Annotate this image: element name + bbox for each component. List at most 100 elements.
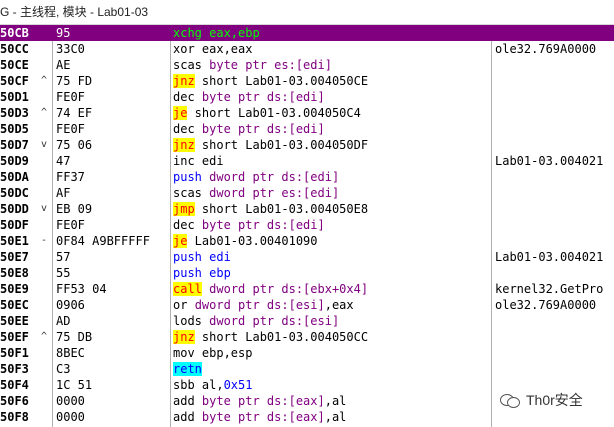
instruction-token: xor eax,eax [173,42,253,56]
instruction-token: short Lab01-03.004050DF [194,138,369,152]
instruction-cell: jmp short Lab01-03.004050E8 [173,201,491,217]
instruction-cell: xchg eax,ebp [173,25,491,41]
hex-bytes-cell: FF53 04 [56,282,107,296]
instruction-token: or [173,298,195,312]
disasm-row[interactable]: 50CE AE scas byte ptr es:[edi] [0,57,614,73]
disasm-row[interactable]: 50DA FF37 push dword ptr ds:[edi] [0,169,614,185]
jump-arrow-icon [37,89,51,105]
instruction-token: short Lab01-03.004050CC [194,330,369,344]
jump-arrow-icon [37,393,51,409]
window-title: G - 主线程, 模块 - Lab01-03 [0,5,149,19]
comment-cell [495,73,614,89]
hex-bytes-cell: 0906 [56,298,85,312]
instruction-token: short Lab01-03.004050CE [194,74,369,88]
instruction-cell: inc edi [173,153,491,169]
disasm-row[interactable]: 50D9 47 inc edi Lab01-03.004021 [0,153,614,169]
instruction-token: push ebp [173,266,231,280]
disasm-row[interactable]: 50EF ^ 75 DB jnz short Lab01-03.004050CC [0,329,614,345]
instruction-token: byte ptr es:[edi] [209,58,332,72]
watermark-text: Th0r安全 [526,392,583,408]
comment-cell: Lab01-03.004021 [495,250,604,264]
disasm-row[interactable]: 50E1-0F84 A9BFFFFF je Lab01-03.00401090 [0,233,614,249]
instruction-token: jnz [173,74,195,88]
comment-cell: Lab01-03.004021 [495,154,604,168]
instruction-token: byte ptr ds:[edi] [201,90,325,104]
instruction-token: dword ptr ds:[esi] [194,298,325,312]
hex-bytes-cell: 47 [56,154,71,168]
instruction-token: ,al [324,410,347,424]
disasm-row[interactable]: 50E9 FF53 04 call dword ptr ds:[ebx+0x4] ke… [0,281,614,297]
disasm-row[interactable]: 50D1 FE0F dec byte ptr ds:[edi] [0,89,614,105]
instruction-cell: add byte ptr ds:[eax],al [173,393,491,409]
comment-cell: kernel32.GetPro [495,282,604,296]
instruction-token: lods [173,314,210,328]
instruction-token: dec [173,90,202,104]
disasm-row[interactable]: 50CF ^ 75 FD jnz short Lab01-03.004050CE [0,73,614,89]
comment-cell [495,57,614,73]
disasm-row[interactable]: 50D5 FE0F dec byte ptr ds:[edi] [0,121,614,137]
disasm-row[interactable]: 50DC AF scas dword ptr es:[edi] [0,185,614,201]
instruction-token: ,eax [324,298,354,312]
instruction-token: mov ebp,esp [173,346,253,360]
jump-arrow-icon [37,265,51,281]
window-titlebar: G - 主线程, 模块 - Lab01-03 [0,0,614,25]
disassembly-view[interactable]: 50CB 95 xchg eax,ebp 50CC 33C0 xor eax,eax ole… [0,25,614,427]
instruction-token: push [173,170,210,184]
disasm-row[interactable]: 50E8 55 push ebp [0,265,614,281]
jump-arrow-icon [37,217,51,233]
hex-bytes-cell: 0000 [56,410,85,424]
jump-arrow-icon: - [40,235,48,246]
instruction-token: byte ptr ds:[eax] [201,394,325,408]
instruction-token: byte ptr ds:[edi] [201,122,325,136]
instruction-cell: retn [173,361,491,377]
disasm-row[interactable]: 50EC 0906 or dword ptr ds:[esi],eax ole32.7… [0,297,614,313]
instruction-token: byte ptr ds:[edi] [201,218,325,232]
jump-arrow-icon [37,25,51,41]
instruction-cell: push edi [173,249,491,265]
hex-bytes-cell: 0000 [56,394,85,408]
comment-cell [495,233,614,249]
hex-bytes-cell: 55 [56,266,71,280]
instruction-token: inc edi [173,154,224,168]
instruction-token: Lab01-03.00401090 [187,234,318,248]
comment-cell [495,137,614,153]
disasm-row[interactable]: 50F1 8BEC mov ebp,esp [0,345,614,361]
jump-arrow-icon [37,377,51,393]
hex-bytes-cell: 75 06 [56,138,93,152]
jump-arrow-icon [37,313,51,329]
instruction-token: dword ptr ds:[edi] [209,170,340,184]
disasm-row[interactable]: 50EE AD lods dword ptr ds:[esi] [0,313,614,329]
instruction-token: dword ptr ds:[ebx+0x4] [209,282,369,296]
comment-cell [495,313,614,329]
instruction-token: scas [173,58,210,72]
disasm-row[interactable]: 50CB 95 xchg eax,ebp [0,25,614,41]
instruction-token: retn [173,362,202,376]
instruction-cell: dec byte ptr ds:[edi] [173,89,491,105]
comment-cell: ole32.769A0000 [495,42,597,56]
instruction-token: dec [173,122,202,136]
instruction-token: call [173,282,202,296]
instruction-token: je [173,106,188,120]
disasm-row[interactable]: 50E7 57 push edi Lab01-03.004021 [0,249,614,265]
hex-bytes-cell: AF [56,186,71,200]
jump-arrow-icon: v [40,139,48,150]
jump-arrow-icon [37,249,51,265]
jump-arrow-icon: v [40,203,48,214]
wechat-icon [500,392,520,408]
comment-cell [495,25,614,41]
jump-arrow-icon [37,361,51,377]
instruction-cell: jnz short Lab01-03.004050DF [173,137,491,153]
comment-cell: ole32.769A0000 [495,298,597,312]
instruction-cell: mov ebp,esp [173,345,491,361]
disasm-row[interactable]: 50CC 33C0 xor eax,eax ole32.769A0000 [0,41,614,57]
disasm-row[interactable]: 50DF FE0F dec byte ptr ds:[edi] [0,217,614,233]
instruction-token: jnz [173,138,195,152]
disasm-row[interactable]: 50D7 v 75 06 jnz short Lab01-03.004050DF [0,137,614,153]
instruction-token: short Lab01-03.004050C4 [187,106,361,120]
disasm-row[interactable]: 50DD v EB 09 jmp short Lab01-03.004050E8 [0,201,614,217]
disasm-row[interactable]: 50F3 C3 retn [0,361,614,377]
jump-arrow-icon [37,345,51,361]
instruction-token: jmp [173,202,195,216]
disasm-row[interactable]: 50D3 ^ 74 EF je short Lab01-03.004050C4 [0,105,614,121]
instruction-token: dec [173,218,202,232]
